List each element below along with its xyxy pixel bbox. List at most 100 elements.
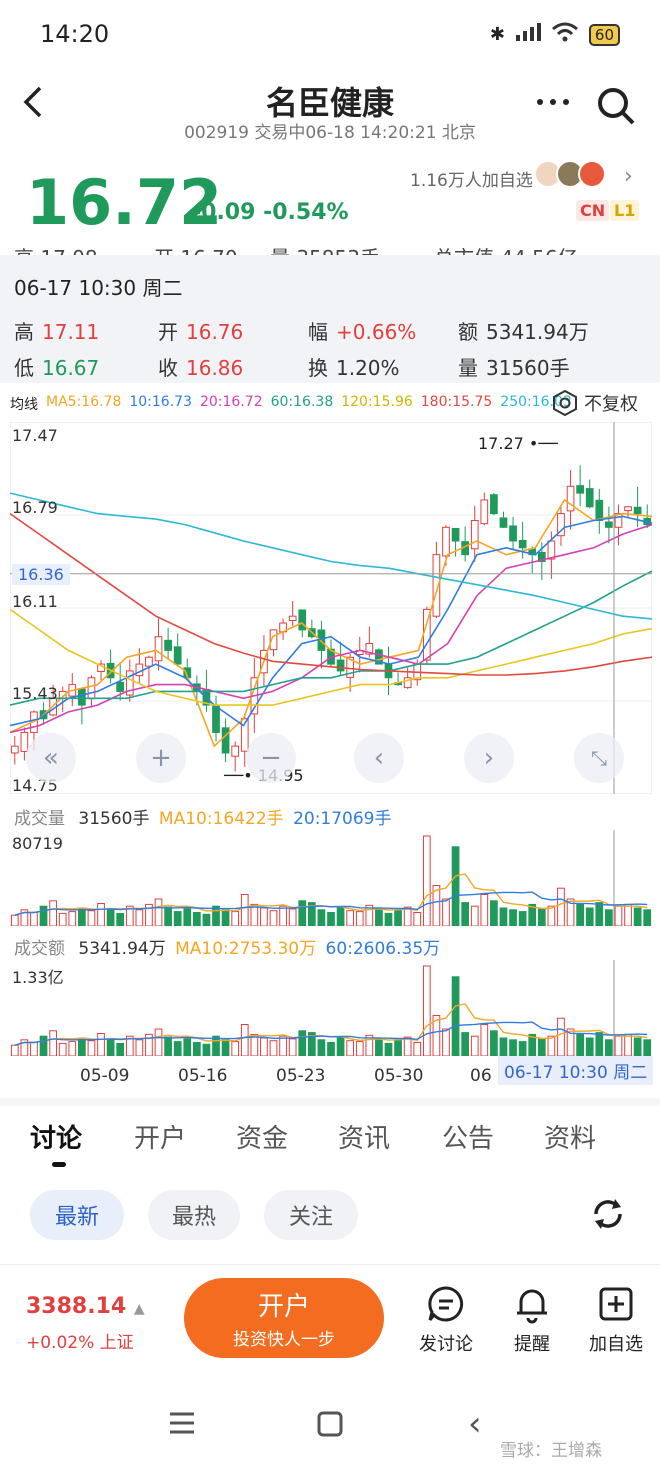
info-turnover-label: 换 bbox=[308, 356, 328, 380]
more-menu-button[interactable] bbox=[536, 84, 570, 114]
amount-ma10: MA10:2753.30万 bbox=[175, 939, 317, 959]
volume-bar bbox=[537, 1038, 546, 1056]
volume-bar bbox=[116, 912, 125, 926]
volume-bar bbox=[614, 905, 623, 926]
adjust-toggle[interactable]: 不复权 bbox=[552, 390, 638, 416]
volume-bar bbox=[557, 1017, 565, 1056]
candle-body bbox=[518, 539, 527, 549]
volume-bar bbox=[116, 1042, 125, 1056]
volume-bar bbox=[576, 1033, 584, 1056]
amount-ma60: 60:2606.35万 bbox=[325, 939, 441, 959]
tab-profile[interactable]: 资料 bbox=[544, 1118, 596, 1155]
add-watchlist-label: 加自选 bbox=[589, 1334, 643, 1355]
volume-bar bbox=[30, 1042, 38, 1056]
x-tick-label: 06 bbox=[470, 1066, 492, 1086]
candle-body bbox=[78, 688, 86, 706]
candle-body bbox=[298, 609, 307, 631]
ma-legend: 均线 MA5:16.78 10:16.73 20:16.72 60:16.38 … bbox=[10, 394, 572, 414]
tab-funds[interactable]: 资金 bbox=[236, 1118, 288, 1155]
zoom-out-button[interactable]: − bbox=[246, 733, 296, 783]
volume-bar bbox=[164, 1036, 172, 1056]
status-time: 14:20 bbox=[40, 20, 110, 48]
volume-bar bbox=[413, 1042, 422, 1056]
candle-body bbox=[173, 646, 182, 665]
info-close-value: 16.86 bbox=[186, 356, 244, 380]
nav-back-icon[interactable]: ‹ bbox=[468, 1407, 482, 1441]
follower-avatars[interactable] bbox=[534, 160, 606, 188]
volume-bar bbox=[413, 912, 422, 926]
ma10-value: 10:16.73 bbox=[129, 394, 192, 410]
candle-body bbox=[470, 519, 479, 550]
open-account-button[interactable]: 开户 投资快人一步 bbox=[184, 1278, 384, 1358]
index-change[interactable]: +0.02% 上证 bbox=[26, 1328, 134, 1353]
fullscreen-icon[interactable]: ⤡ bbox=[574, 733, 624, 783]
follower-count[interactable]: 1.16万人加自选 bbox=[410, 166, 533, 191]
volume-bar bbox=[585, 1037, 594, 1056]
filter-hot[interactable]: 最热 bbox=[148, 1190, 240, 1240]
volume-bar bbox=[68, 911, 77, 926]
volume-bar bbox=[375, 1038, 383, 1056]
adjust-label: 不复权 bbox=[584, 394, 638, 415]
scroll-right-button[interactable]: › bbox=[464, 733, 514, 783]
volume-bar bbox=[49, 900, 57, 926]
add-watchlist-button[interactable]: 加自选 bbox=[576, 1284, 656, 1356]
candle-body bbox=[566, 485, 575, 512]
nav-home-icon[interactable] bbox=[316, 1410, 344, 1442]
candle-body bbox=[164, 639, 172, 651]
plus-square-icon bbox=[599, 1287, 633, 1321]
zoom-in-button[interactable]: + bbox=[136, 733, 186, 783]
info-open: 开 16.76 bbox=[158, 316, 243, 345]
volume-bar bbox=[346, 910, 355, 926]
alert-label: 提醒 bbox=[514, 1334, 550, 1355]
nav-menu-icon[interactable] bbox=[168, 1410, 196, 1440]
alert-button[interactable]: 提醒 bbox=[492, 1284, 572, 1356]
filter-latest[interactable]: 最新 bbox=[30, 1190, 124, 1240]
volume-bar bbox=[605, 1039, 613, 1056]
volume-bar bbox=[183, 1038, 192, 1056]
kline-chart[interactable] bbox=[10, 422, 652, 794]
tab-news[interactable]: 资讯 bbox=[338, 1118, 390, 1155]
ma20-value: 20:16.72 bbox=[199, 394, 263, 410]
amount-label: 成交额 bbox=[14, 939, 65, 959]
info-low-value: 16.67 bbox=[42, 356, 100, 380]
candle-body bbox=[633, 506, 642, 515]
candle-body bbox=[451, 527, 460, 542]
index-value[interactable]: 3388.14 ▲ bbox=[26, 1294, 145, 1319]
volume-bar bbox=[317, 909, 326, 926]
volume-bar bbox=[490, 900, 498, 926]
filter-following[interactable]: 关注 bbox=[264, 1190, 358, 1240]
volume-bar bbox=[10, 1044, 19, 1056]
volume-bar bbox=[327, 1042, 335, 1056]
volume-bar bbox=[422, 965, 431, 1056]
volume-bar bbox=[269, 1040, 278, 1056]
volume-bar bbox=[154, 898, 163, 926]
candle-body bbox=[288, 615, 297, 622]
volume-chart bbox=[10, 830, 652, 926]
candle-body bbox=[480, 499, 489, 525]
tab-announcements[interactable]: 公告 bbox=[442, 1118, 494, 1155]
volume-bar bbox=[135, 909, 144, 926]
volume-bar bbox=[240, 894, 249, 926]
scroll-start-button[interactable]: « bbox=[26, 733, 76, 783]
crosshair-date-label: 06-17 10:30 周二 bbox=[498, 1056, 654, 1085]
volume-bar bbox=[78, 907, 86, 926]
refresh-icon[interactable] bbox=[588, 1194, 628, 1238]
volume-bar bbox=[231, 1041, 240, 1056]
tab-open-account[interactable]: 开户 bbox=[134, 1118, 186, 1155]
post-discussion-button[interactable]: 发讨论 bbox=[406, 1284, 486, 1356]
info-amount-label: 额 bbox=[458, 320, 478, 344]
chevron-right-icon[interactable]: › bbox=[624, 164, 633, 189]
scroll-left-button[interactable]: ‹ bbox=[354, 733, 404, 783]
volume-bar bbox=[355, 1041, 364, 1056]
tab-discussion[interactable]: 讨论 bbox=[30, 1118, 82, 1155]
chat-icon bbox=[428, 1286, 464, 1322]
candle-body bbox=[135, 663, 144, 677]
summary-open: 开 16.70 bbox=[154, 242, 238, 256]
volume-ma10: MA10:16422手 bbox=[158, 809, 284, 829]
volume-value: 31560手 bbox=[78, 809, 150, 829]
max-price-label: 17.27 •── bbox=[478, 434, 558, 453]
search-icon[interactable] bbox=[596, 86, 636, 130]
volume-bar bbox=[547, 905, 556, 926]
volume-bar bbox=[461, 1032, 470, 1056]
volume-bar bbox=[269, 910, 278, 926]
